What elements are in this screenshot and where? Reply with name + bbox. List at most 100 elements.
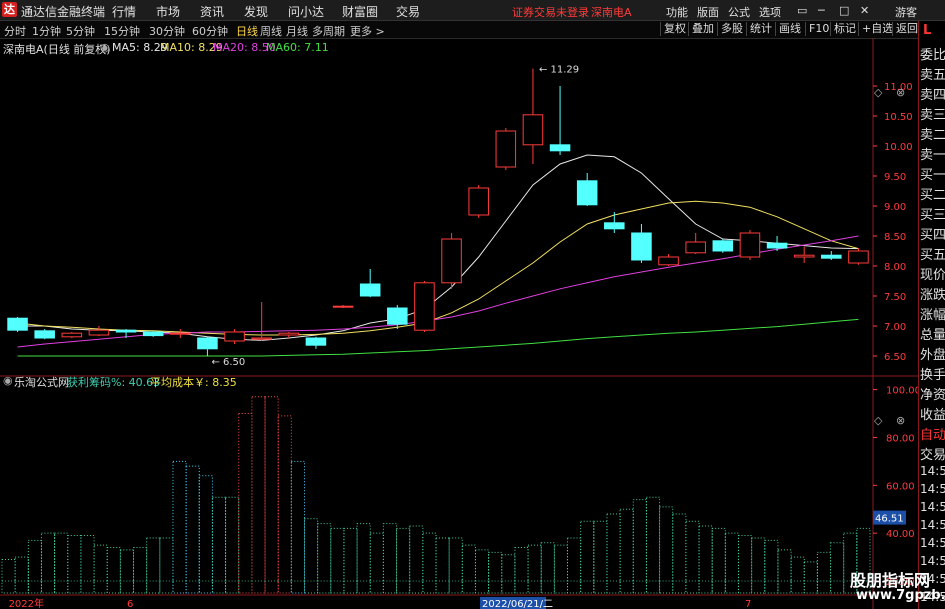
- period-5min[interactable]: 5分钟: [66, 23, 95, 39]
- period-weekly[interactable]: 周线: [260, 23, 282, 39]
- candle-body: [658, 256, 679, 266]
- period-1min[interactable]: 1分钟: [32, 23, 61, 39]
- panel-tick-time: 14:56: [920, 464, 945, 478]
- chart-area[interactable]: 6.507.007.508.008.509.009.5010.0010.5011…: [0, 38, 918, 609]
- candle-body: [604, 222, 625, 230]
- minimize-icon[interactable]: ─: [818, 4, 825, 17]
- menu-quotes[interactable]: 行情: [112, 3, 136, 20]
- candle-body: [387, 307, 408, 325]
- price-tick-label: 6.50: [884, 352, 906, 363]
- menu-discover[interactable]: 发现: [244, 3, 268, 20]
- panel-item[interactable]: 卖一: [920, 144, 945, 163]
- indicator-bar: [396, 527, 411, 594]
- panel-auto[interactable]: 自动: [920, 424, 945, 443]
- tool-mark[interactable]: 标记: [830, 22, 856, 36]
- menu-layout[interactable]: 版面: [697, 4, 719, 20]
- panel-item[interactable]: 卖三: [920, 104, 945, 123]
- legend-toggle-icon[interactable]: ◉: [100, 41, 110, 54]
- menu-news[interactable]: 资讯: [200, 3, 224, 20]
- period-intraday[interactable]: 分时: [4, 23, 26, 39]
- indicator-bar: [764, 539, 779, 594]
- candle-body: [576, 180, 598, 206]
- tool-diamond-icon[interactable]: ◇: [874, 86, 883, 99]
- price-tick-label: 9.50: [884, 172, 906, 183]
- panel-item[interactable]: 买五: [920, 244, 945, 263]
- indicator-toggle-icon[interactable]: ◉: [3, 374, 13, 387]
- indicator-bar: [435, 537, 450, 594]
- indicator-bar: [724, 532, 739, 594]
- panel-item[interactable]: 买二: [920, 184, 945, 203]
- panel-item[interactable]: 卖五: [920, 64, 945, 83]
- panel-trade[interactable]: 交易: [920, 444, 945, 463]
- period-monthly[interactable]: 月线: [286, 23, 308, 39]
- tool-adjust[interactable]: 复权: [660, 22, 686, 36]
- indicator-bar: [369, 532, 384, 594]
- panel-item[interactable]: 买三: [920, 204, 945, 223]
- menu-market[interactable]: 市场: [156, 3, 180, 20]
- tool-back[interactable]: 返回: [892, 22, 918, 36]
- menu-options[interactable]: 选项: [759, 4, 781, 20]
- menu-wealth[interactable]: 财富圈: [342, 3, 378, 20]
- indicator-bar: [803, 561, 818, 594]
- menu-function[interactable]: 功能: [666, 4, 688, 20]
- period-60min[interactable]: 60分钟: [192, 23, 228, 39]
- candle-body: [685, 241, 706, 254]
- close-icon[interactable]: ✕: [860, 4, 869, 17]
- indicator-bar: [146, 537, 161, 594]
- period-30min[interactable]: 30分钟: [149, 23, 185, 39]
- tool-stats[interactable]: 统计: [746, 22, 772, 36]
- panel-item[interactable]: 总量: [920, 324, 945, 343]
- panel-item[interactable]: 委比: [920, 44, 945, 63]
- window-restore-icon[interactable]: ▭: [797, 4, 807, 17]
- menu-formula[interactable]: 公式: [728, 4, 750, 20]
- indicator-bar: [1, 558, 16, 594]
- guest-button[interactable]: 游客: [895, 4, 917, 20]
- panel-item[interactable]: 收益: [920, 404, 945, 423]
- panel-item[interactable]: 净资: [920, 384, 945, 403]
- panel-item[interactable]: 外盘: [920, 344, 945, 363]
- candle-body: [848, 250, 869, 264]
- period-15min[interactable]: 15分钟: [104, 23, 140, 39]
- candle-body: [712, 240, 734, 252]
- indicator-bar: [27, 539, 42, 594]
- indicator-bar: [737, 535, 753, 594]
- time-axis: 2022年 6 2022/06/21/二 7: [0, 594, 872, 609]
- panel-item[interactable]: 买一: [920, 164, 945, 183]
- candle-body: [7, 317, 28, 331]
- tool-draw[interactable]: 画线: [775, 22, 801, 36]
- period-multi[interactable]: 多周期: [312, 23, 345, 39]
- trade-login-status[interactable]: 证券交易未登录: [512, 4, 589, 20]
- tool-multistock[interactable]: 多股: [717, 22, 743, 36]
- panel-tick-time: 14:56: [920, 554, 945, 568]
- panel-tick-time: 14:56: [920, 482, 945, 496]
- maximize-icon[interactable]: □: [839, 4, 849, 17]
- indicator-bar: [448, 537, 463, 594]
- panel-item[interactable]: 现价: [920, 264, 945, 283]
- indicator-diamond-icon[interactable]: ◇: [874, 414, 883, 427]
- candle-body: [34, 330, 55, 339]
- tool-add-favorite[interactable]: +自选: [858, 22, 893, 36]
- tool-close-icon[interactable]: ⊗: [896, 86, 905, 99]
- candle-body: [142, 331, 164, 337]
- candle-body: [821, 254, 842, 259]
- candle-body: [305, 337, 327, 346]
- indicator-close-icon[interactable]: ⊗: [896, 414, 905, 427]
- period-daily[interactable]: 日线: [236, 23, 258, 39]
- indicator-bar: [632, 499, 647, 594]
- period-more[interactable]: 更多 >: [350, 23, 385, 39]
- menu-trade[interactable]: 交易: [396, 3, 420, 20]
- panel-item[interactable]: 换手: [920, 364, 945, 383]
- candle-body: [251, 337, 272, 340]
- panel-item[interactable]: 涨幅: [920, 304, 945, 323]
- menu-ask[interactable]: 问小达: [288, 3, 324, 20]
- tool-overlay[interactable]: 叠加: [688, 22, 714, 36]
- panel-item[interactable]: 卖四: [920, 84, 945, 103]
- tool-f10[interactable]: F10: [805, 22, 829, 36]
- panel-item[interactable]: 买四: [920, 224, 945, 243]
- indicator-bar: [698, 525, 713, 594]
- indicator-bar: [567, 537, 582, 594]
- indicator-bar: [593, 520, 608, 594]
- panel-item[interactable]: 卖二: [920, 124, 945, 143]
- panel-item[interactable]: 涨跌: [920, 284, 945, 303]
- indicator-bar: [290, 460, 305, 594]
